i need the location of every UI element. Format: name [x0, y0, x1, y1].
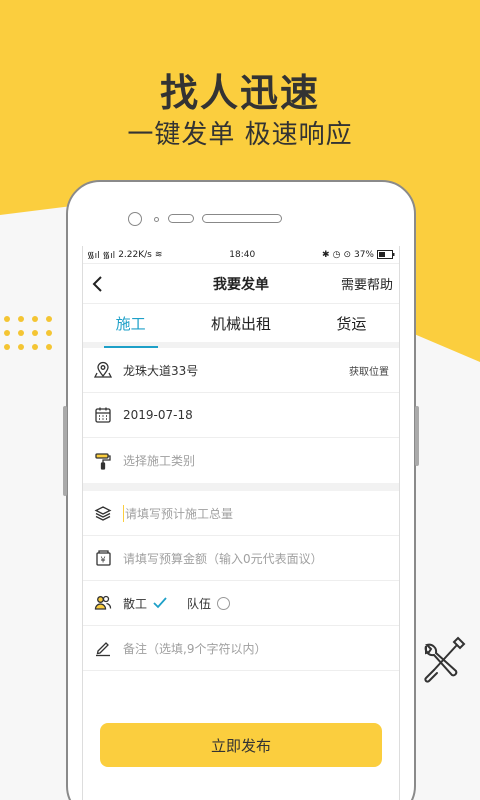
- worker-type-row: 散工 队伍: [83, 581, 399, 626]
- tab-bar: 施工 机械出租 货运: [83, 304, 399, 348]
- get-location-button[interactable]: 获取位置: [349, 363, 389, 378]
- battery-icon: [377, 250, 395, 259]
- network-speed: 2.22K/s: [118, 249, 152, 260]
- note-row[interactable]: 备注（选填,9个字符以内）: [83, 626, 399, 671]
- decorative-dots: [4, 316, 56, 356]
- hero-title: 找人迅速: [159, 71, 320, 115]
- location-value: 龙珠大道33号: [123, 363, 199, 378]
- tab-machinery-rental[interactable]: 机械出租: [201, 307, 281, 340]
- date-value: 2019-07-18: [123, 408, 193, 422]
- nav-bar: 我要发单 需要帮助: [83, 264, 399, 304]
- alarm-icon: ◷: [332, 249, 341, 260]
- submit-button[interactable]: 立即发布: [100, 723, 382, 767]
- option-team-label: 队伍: [187, 596, 212, 611]
- category-row[interactable]: 选择施工类别: [83, 438, 399, 483]
- status-time: 18:40: [229, 249, 256, 260]
- location-row[interactable]: 龙珠大道33号 获取位置: [83, 348, 399, 393]
- tab-construction[interactable]: 施工: [103, 307, 158, 348]
- layers-icon: [93, 503, 113, 523]
- speaker-slot: [202, 214, 282, 223]
- budget-row[interactable]: ¥ 请填写预算金额（输入0元代表面议）: [83, 536, 399, 581]
- chevron-left-icon: [92, 275, 102, 292]
- hero-subtitle: 一键发单 极速响应: [127, 120, 353, 150]
- paint-roller-icon: [93, 451, 113, 471]
- bluetooth-icon: ✱: [322, 249, 330, 260]
- signal-icon: ᯾ıl ᯾ıl: [87, 251, 116, 261]
- status-bar: ᯾ıl ᯾ıl 2.22K/s ≋ 18:40 ✱ ◷ ⊙ 37%: [83, 246, 399, 264]
- check-icon[interactable]: [153, 596, 167, 610]
- quantity-row[interactable]: 请填写预计施工总量: [83, 491, 399, 536]
- tools-icon: [424, 636, 466, 683]
- back-button[interactable]: [91, 274, 111, 294]
- budget-input[interactable]: 请填写预算金额（输入0元代表面议）: [123, 550, 389, 567]
- calendar-icon: [93, 405, 113, 425]
- money-icon: ¥: [93, 548, 113, 568]
- date-row[interactable]: 2019-07-18: [83, 393, 399, 438]
- battery-percent: 37%: [353, 249, 374, 260]
- location-status-icon: ⊙: [343, 249, 351, 260]
- svg-text:¥: ¥: [101, 556, 106, 565]
- note-input[interactable]: 备注（选填,9个字符以内）: [123, 640, 389, 657]
- tab-freight[interactable]: 货运: [326, 307, 376, 340]
- camera-icon: [128, 212, 142, 226]
- pencil-icon: [93, 638, 113, 658]
- option-casual-label: 散工: [123, 596, 148, 611]
- category-select: 选择施工类别: [123, 454, 196, 468]
- team-radio[interactable]: [217, 596, 231, 610]
- quantity-input[interactable]: 请填写预计施工总量: [123, 504, 389, 522]
- location-pin-icon: [93, 360, 113, 380]
- page-title: 我要发单: [212, 276, 269, 293]
- app-screen: ᯾ıl ᯾ıl 2.22K/s ≋ 18:40 ✱ ◷ ⊙ 37% 我要发单 需…: [82, 246, 400, 800]
- help-button[interactable]: 需要帮助: [341, 274, 393, 293]
- users-icon: [93, 593, 113, 613]
- wifi-icon: ≋: [154, 249, 163, 260]
